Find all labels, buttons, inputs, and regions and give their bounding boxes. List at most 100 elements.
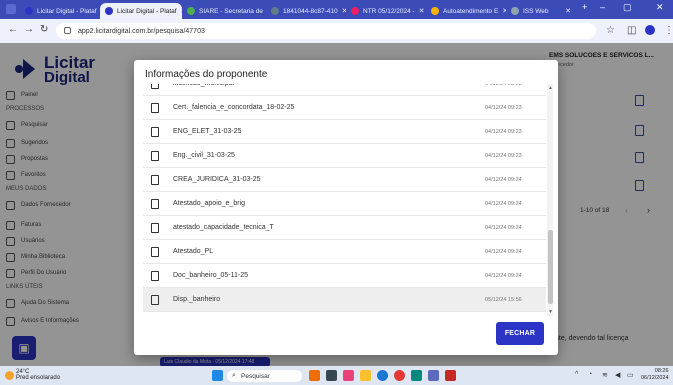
dialog-title: Informações do proponente — [145, 69, 268, 80]
close-window-icon[interactable]: ✕ — [656, 2, 664, 13]
search-icon: ⌕ — [232, 372, 236, 379]
browser-tab[interactable]: ISS Web ✕ — [506, 3, 576, 19]
bookmark-star-icon[interactable]: ☆ — [606, 25, 615, 36]
file-name: atestado_capacidade_tecnica_T — [173, 224, 274, 231]
weather-icon[interactable] — [5, 371, 14, 380]
browser-tab[interactable]: Autoatendimento E ✕ — [426, 3, 506, 19]
tab-favicon — [105, 7, 113, 15]
wifi-icon[interactable]: ≋ — [602, 371, 608, 379]
file-date: 04/12/24 09:24 — [485, 200, 522, 207]
tab-label: ISS Web — [523, 7, 549, 15]
browser-tab[interactable]: Licitar Digital - Plataf✕ — [100, 3, 182, 19]
file-date: 04/12/24 09:24 — [485, 176, 522, 183]
file-name: Disp._banheiro — [173, 296, 221, 303]
file-row[interactable]: Cert._falencia_e_concordata_18-02-25 04/1… — [143, 96, 546, 120]
close-dialog-button[interactable]: FECHAR — [496, 322, 544, 345]
weather-widget[interactable]: 24°C Pred ensolarado — [16, 369, 60, 381]
file-name: Cert._falencia_e_concordata_18-02-25 — [173, 104, 295, 111]
file-row[interactable]: Atestado_PL 04/12/24 09:24 — [143, 240, 546, 264]
tab-favicon — [25, 7, 33, 15]
file-date: 05/12/24 15:56 — [485, 296, 522, 303]
tray-chevron-icon[interactable]: ^ — [575, 371, 578, 378]
photos-icon[interactable] — [343, 370, 354, 381]
chrome-icon[interactable] — [394, 370, 405, 381]
reload-icon[interactable]: ↻ — [40, 24, 48, 35]
browser-tab[interactable]: NTR 05/12/2024 - ✕ — [346, 3, 426, 19]
file-date: 04/12/24 09:24 — [485, 272, 522, 279]
browser-tab[interactable]: 1841044-8c87-410 ✕ — [266, 3, 346, 19]
pdf-reader-icon[interactable] — [445, 370, 456, 381]
tab-label: Autoatendimento E — [443, 7, 499, 15]
tab-label: NTR 05/12/2024 - — [363, 7, 415, 15]
file-icon — [151, 126, 159, 137]
file-icon — [151, 198, 159, 209]
forward-icon[interactable]: → — [24, 24, 34, 35]
browser-tab[interactable]: Licitar Digital - Plataf✕ — [20, 3, 100, 19]
tab-close-icon[interactable]: ✕ — [561, 7, 571, 15]
maximize-icon[interactable]: ▢ — [623, 2, 632, 13]
file-icon — [151, 246, 159, 257]
task-view-icon[interactable] — [326, 370, 337, 381]
scroll-down-icon[interactable]: ▼ — [548, 309, 553, 315]
store-icon[interactable] — [411, 370, 422, 381]
proponent-info-dialog: Informações do proponente inscricao_muni… — [134, 60, 558, 355]
url-field[interactable]: app2.licitardigital.com.br/pesquisa/4770… — [56, 23, 596, 39]
volume-icon[interactable]: ◀ — [615, 371, 620, 379]
file-date: 04/12/24 09:23 — [485, 152, 522, 159]
file-name: Doc_banheiro_05-11-25 — [173, 272, 248, 279]
scroll-up-icon[interactable]: ▲ — [548, 85, 553, 91]
minimize-icon[interactable]: – — [600, 2, 605, 12]
file-name: CREA_JURIDICA_31-03-25 — [173, 176, 261, 183]
file-icon — [151, 150, 159, 161]
tab-favicon — [431, 7, 439, 15]
tab-label: SIARE - Secretaria de — [199, 7, 263, 15]
mail-icon[interactable] — [428, 370, 439, 381]
back-icon[interactable]: ← — [8, 24, 18, 35]
file-row[interactable]: CREA_JURIDICA_31-03-25 04/12/24 09:24 — [143, 168, 546, 192]
tab-close-icon[interactable]: ✕ — [338, 7, 346, 15]
tab-close-icon[interactable]: ✕ — [415, 7, 425, 15]
browser-menu-icon[interactable]: ⋮ — [664, 25, 673, 36]
url-text: app2.licitardigital.com.br/pesquisa/4770… — [78, 27, 205, 35]
file-explorer-icon[interactable] — [360, 370, 371, 381]
file-row[interactable]: atestado_capacidade_tecnica_T 04/12/24 09… — [143, 216, 546, 240]
tab-close-icon[interactable]: ✕ — [498, 7, 506, 15]
system-clock[interactable]: 08:26 06/12/2024 — [641, 368, 669, 382]
taskbar-search[interactable]: ⌕ Pesquisar — [227, 370, 302, 382]
tab-label: 1841044-8c87-410 — [283, 7, 338, 15]
windows-start-icon[interactable] — [212, 370, 223, 381]
tab-favicon — [187, 7, 195, 15]
tab-favicon — [351, 7, 359, 15]
file-icon — [151, 270, 159, 281]
file-row[interactable]: Eng._civil_31-03-25 04/12/24 09:23 — [143, 144, 546, 168]
file-date: 04/12/24 09:22 — [485, 84, 522, 87]
clock-time: 08:26 — [654, 368, 669, 374]
file-date: 04/12/24 09:23 — [485, 128, 522, 135]
file-row[interactable]: Disp._banheiro 05/12/24 15:56 — [143, 288, 546, 312]
scrollbar-thumb[interactable] — [548, 230, 553, 304]
browser-tab[interactable]: SIARE - Secretaria de✕ — [182, 3, 266, 19]
file-name: Atestado_apoio_e_brig — [173, 200, 246, 207]
battery-icon[interactable]: ▭ — [627, 371, 634, 379]
new-tab-button[interactable]: + — [582, 2, 587, 12]
site-info-icon[interactable] — [64, 27, 71, 34]
network-icon[interactable]: ◔ — [588, 371, 592, 378]
file-name: Eng._civil_31-03-25 — [173, 152, 235, 159]
tab-label: Licitar Digital - Plataf — [117, 7, 177, 15]
file-date: 04/12/24 09:23 — [485, 104, 522, 111]
file-row[interactable]: inscricao_municipal 04/12/24 09:22 — [143, 84, 546, 96]
edge-icon[interactable] — [377, 370, 388, 381]
profile-avatar[interactable] — [645, 25, 655, 35]
file-icon — [151, 84, 159, 89]
widgets-icon[interactable] — [309, 370, 320, 381]
file-row[interactable]: ENG_ELET_31-03-25 04/12/24 09:23 — [143, 120, 546, 144]
extensions-icon[interactable]: ◫ — [627, 25, 636, 36]
file-row[interactable]: Doc_banheiro_05-11-25 04/12/24 09:24 — [143, 264, 546, 288]
tab-label: Licitar Digital - Plataf — [37, 7, 97, 15]
tab-search-icon[interactable] — [6, 4, 16, 14]
file-date: 04/12/24 09:24 — [485, 224, 522, 231]
file-icon — [151, 174, 159, 185]
file-list: inscricao_municipal 04/12/24 09:22 Cert._f… — [143, 84, 546, 316]
file-row[interactable]: Atestado_apoio_e_brig 04/12/24 09:24 — [143, 192, 546, 216]
clock-date: 06/12/2024 — [641, 375, 669, 381]
